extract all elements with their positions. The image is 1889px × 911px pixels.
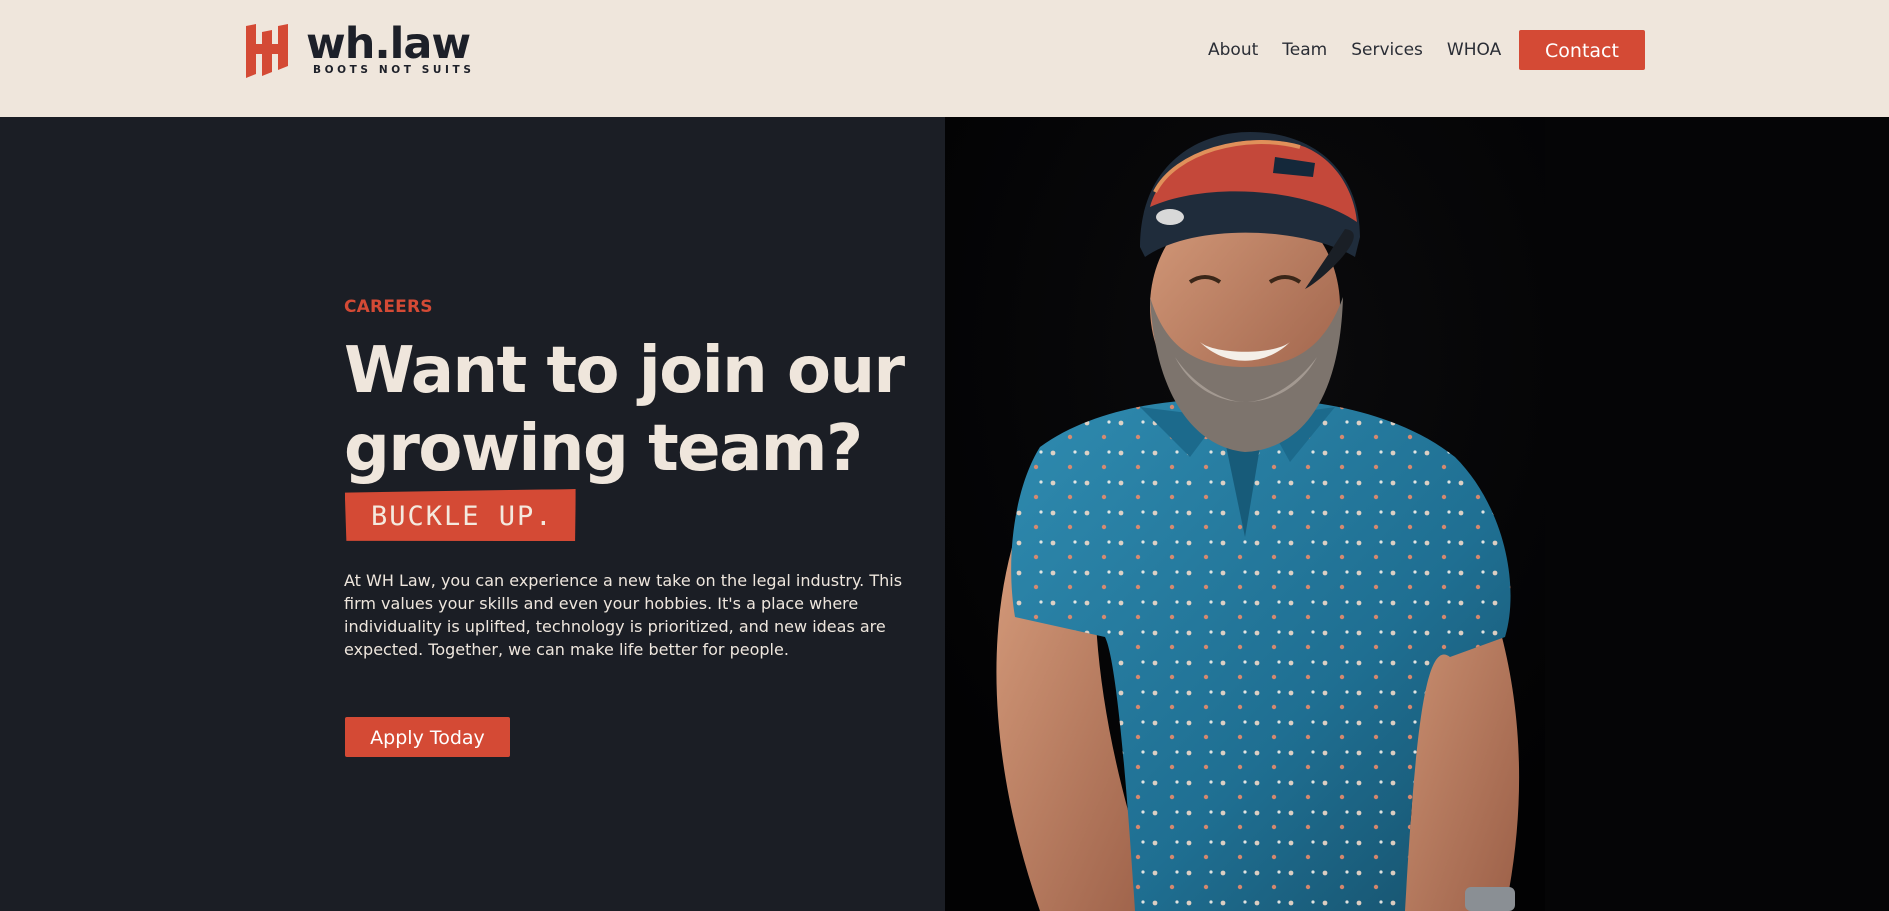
nav-item-team[interactable]: Team (1282, 38, 1327, 62)
nav-item-whoa[interactable]: WHOA (1447, 38, 1501, 62)
main-nav: About Team Services WHOA (1208, 38, 1501, 62)
wh-logo-icon (246, 24, 288, 78)
stamp-badge-text: BUCKLE UP. (371, 501, 554, 532)
apply-today-button[interactable]: Apply Today (345, 717, 510, 757)
site-header: wh.law BOOTS NOT SUITS About Team Servic… (0, 0, 1889, 117)
headline-line-2: growing team? (344, 412, 863, 486)
section-eyebrow: CAREERS (344, 297, 433, 317)
hero-body-text: At WH Law, you can experience a new take… (344, 571, 903, 659)
nav-item-about[interactable]: About (1208, 38, 1258, 62)
logo-tagline: BOOTS NOT SUITS (313, 64, 475, 76)
headline-line-1: Want to join our (344, 334, 905, 408)
hero-portrait-photo (945, 117, 1545, 911)
portrait-illustration (945, 117, 1545, 911)
nav-item-services[interactable]: Services (1351, 38, 1423, 62)
logo-link[interactable]: wh.law BOOTS NOT SUITS (244, 19, 484, 78)
contact-button[interactable]: Contact (1519, 30, 1645, 70)
hero-headline: Want to join our growing team? (344, 332, 905, 488)
